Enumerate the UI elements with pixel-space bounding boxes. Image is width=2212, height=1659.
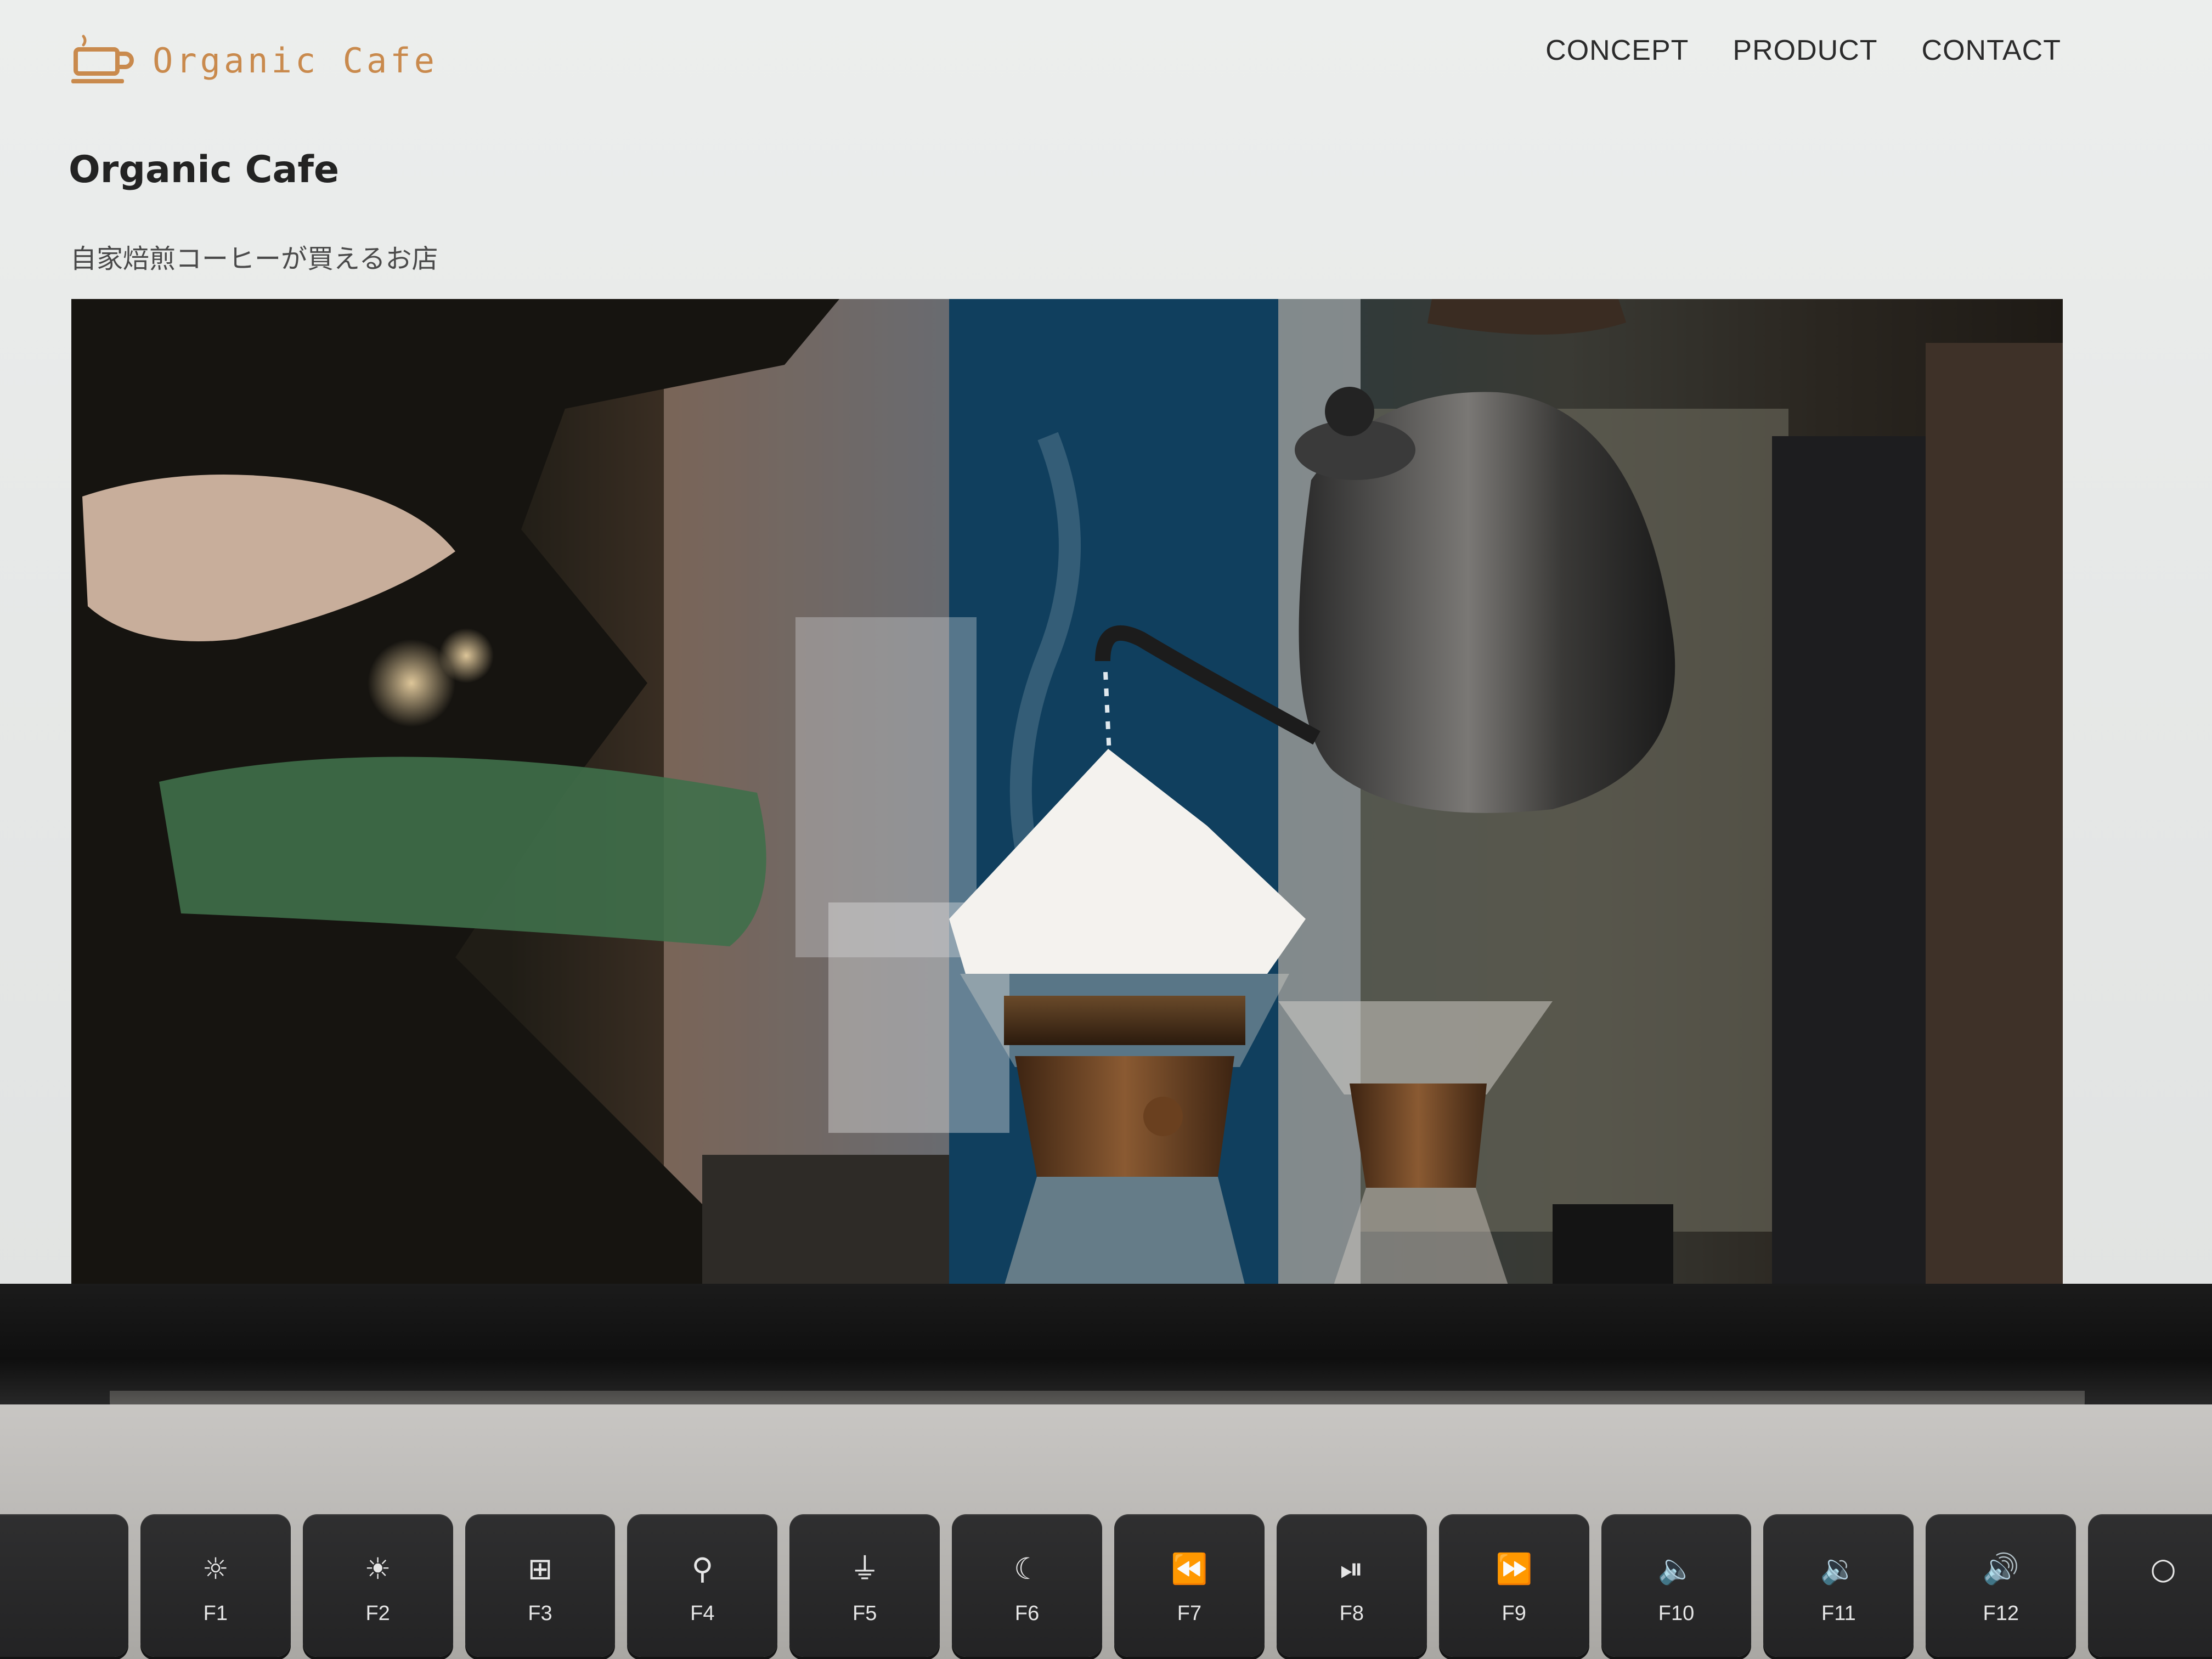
microphone-icon: ⏚ (850, 1551, 880, 1586)
brightness-up-icon: ☀ (364, 1551, 391, 1586)
logo-text: Organic Cafe (153, 40, 438, 81)
f3-key[interactable]: ⊞ F3 (465, 1514, 616, 1657)
power-key[interactable]: ○ (2088, 1514, 2212, 1657)
f2-key[interactable]: ☀ F2 (302, 1514, 453, 1657)
laptop-screen: Organic Cafe CONCEPT PRODUCT CONTACT Org… (0, 0, 2212, 1300)
key-label: F10 (1658, 1602, 1695, 1625)
coffee-cup-icon (71, 35, 134, 83)
key-label: F4 (690, 1602, 715, 1625)
f9-key[interactable]: ⏩ F9 (1438, 1514, 1589, 1657)
mission-control-icon: ⊞ (527, 1551, 553, 1586)
volume-up-icon: 🔊 (1982, 1551, 2019, 1586)
hero-image (71, 299, 2063, 1286)
f10-key[interactable]: 🔈 F10 (1601, 1514, 1752, 1657)
brightness-down-icon: ☼ (202, 1551, 229, 1586)
f4-key[interactable]: ⚲ F4 (627, 1514, 778, 1657)
key-label: F6 (1014, 1602, 1040, 1625)
nav-concept[interactable]: CONCEPT (1545, 34, 1689, 67)
f11-key[interactable]: 🔉 F11 (1763, 1514, 1914, 1657)
key-label: F3 (528, 1602, 552, 1625)
f12-key[interactable]: 🔊 F12 (1926, 1514, 2076, 1657)
key-label: F11 (1821, 1602, 1856, 1625)
photo-scene: Organic Cafe CONCEPT PRODUCT CONTACT Org… (0, 0, 2212, 1659)
site-logo[interactable]: Organic Cafe (71, 30, 438, 91)
f1-key[interactable]: ☼ F1 (140, 1514, 291, 1657)
key-label: F2 (365, 1602, 390, 1625)
power-icon: ○ (2150, 1551, 2176, 1586)
pour-over-coffee-photo (71, 299, 2063, 1286)
key-label: F7 (1177, 1602, 1202, 1625)
blank-key[interactable] (0, 1514, 128, 1657)
f7-key[interactable]: ⏪ F7 (1114, 1514, 1265, 1657)
page-subtitle: 自家焙煎コーヒーが買えるお店 (70, 244, 438, 274)
fast-forward-icon: ⏩ (1496, 1551, 1533, 1586)
site-header: Organic Cafe CONCEPT PRODUCT CONTACT (0, 0, 2212, 121)
function-key-row: ☼ F1 ☀ F2 ⊞ F3 ⚲ F4 ⏚ F5 ☾ F6 ⏪ F7 ⏯ F8 (0, 1514, 2212, 1659)
search-icon: ⚲ (691, 1551, 714, 1586)
volume-down-icon: 🔉 (1820, 1551, 1857, 1586)
rewind-icon: ⏪ (1171, 1551, 1208, 1586)
key-label: F1 (203, 1602, 228, 1625)
main-nav: CONCEPT PRODUCT CONTACT (1545, 34, 2061, 67)
key-label: F8 (1339, 1602, 1364, 1625)
f5-key[interactable]: ⏚ F5 (789, 1514, 940, 1657)
key-label: F9 (1502, 1602, 1526, 1625)
key-label: F5 (853, 1602, 877, 1625)
f6-key[interactable]: ☾ F6 (952, 1514, 1103, 1657)
play-pause-icon: ⏯ (1340, 1551, 1364, 1586)
moon-icon: ☾ (1013, 1551, 1041, 1586)
mute-icon: 🔈 (1657, 1551, 1695, 1586)
nav-contact[interactable]: CONTACT (1922, 34, 2061, 67)
nav-product[interactable]: PRODUCT (1733, 34, 1877, 67)
key-label: F12 (1983, 1602, 2019, 1625)
f8-key[interactable]: ⏯ F8 (1276, 1514, 1427, 1657)
page-title: Organic Cafe (69, 148, 340, 191)
